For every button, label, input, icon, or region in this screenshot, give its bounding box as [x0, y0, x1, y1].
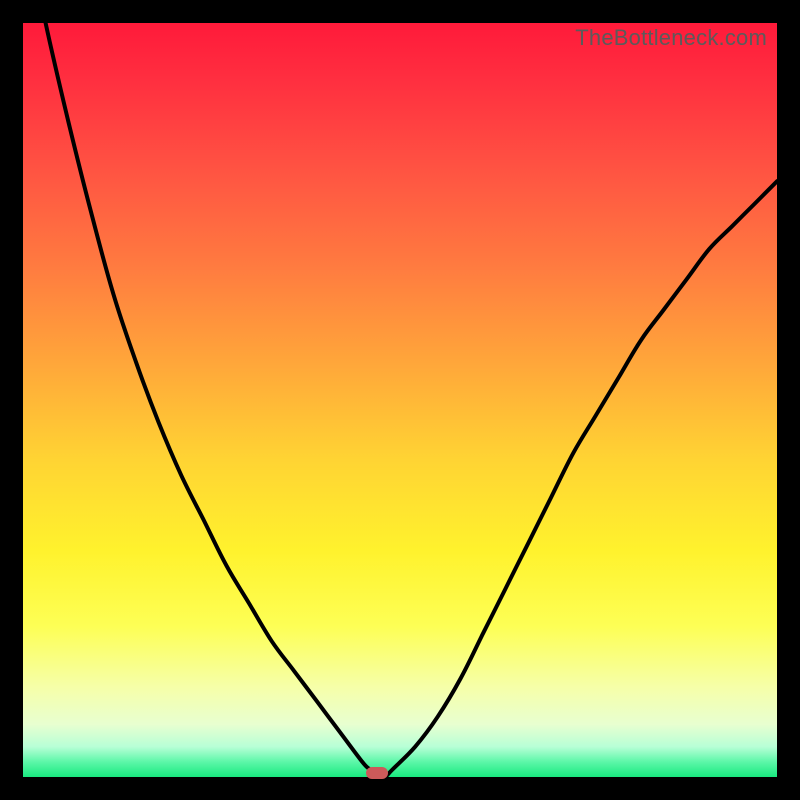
curve-path — [23, 0, 777, 778]
watermark-text: TheBottleneck.com — [575, 25, 767, 51]
min-marker — [366, 767, 388, 779]
chart-plot-area: TheBottleneck.com — [23, 23, 777, 777]
bottleneck-curve — [23, 23, 777, 777]
